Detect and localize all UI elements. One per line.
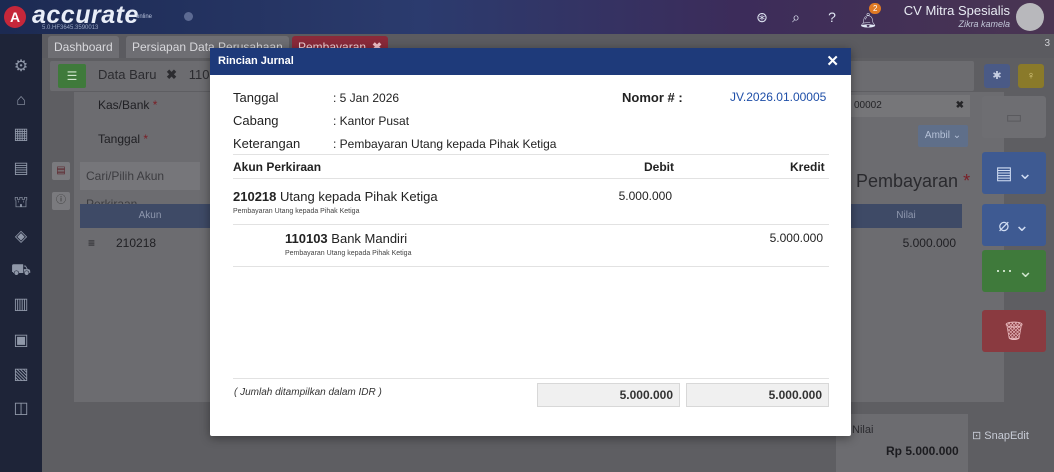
- journal-entry-account: 210218 Utang kepada Pihak Ketiga: [233, 189, 438, 204]
- modal-header: Rincian Jurnal ✕: [210, 48, 851, 75]
- col-header-kredit: Kredit: [790, 160, 825, 174]
- rincian-jurnal-modal: Rincian Jurnal ✕ Tanggal : 5 Jan 2026 Ca…: [210, 48, 851, 436]
- divider: [233, 178, 829, 179]
- search-icon[interactable]: ⌕: [786, 7, 806, 27]
- summary-panel: Nilai Rp 5.000.000: [836, 414, 968, 472]
- cabang-label: Cabang: [233, 113, 279, 128]
- grid-header-akun: Akun: [80, 204, 220, 228]
- subtab-label: Data Baru: [98, 67, 157, 82]
- grid-header-nilai: Nilai: [850, 204, 962, 228]
- pembayaran-title: Pembayaran *: [856, 171, 971, 191]
- cart-icon[interactable]: ⛟: [10, 260, 32, 282]
- kas-bank-label: Kas/Bank *: [98, 98, 158, 112]
- keterangan-label: Keterangan: [233, 136, 301, 151]
- footer-divider: [233, 378, 829, 379]
- divider: [233, 224, 829, 225]
- close-icon[interactable]: ✕: [826, 52, 839, 70]
- journal-entry-desc: Pembayaran Utang kepada Pihak Ketiga: [233, 208, 360, 215]
- document-tab-icon[interactable]: ▤: [52, 162, 70, 180]
- search-account-input[interactable]: Cari/Pilih Akun Perkiraan: [80, 162, 200, 211]
- grid-row-akun[interactable]: 210218: [116, 236, 156, 250]
- tanggal-label: Tanggal *: [98, 132, 149, 146]
- help-icon[interactable]: ?: [822, 7, 842, 27]
- company-name[interactable]: CV Mitra Spesialis: [904, 3, 1010, 18]
- version-text: 5.0.HF3645.3590013: [42, 25, 99, 31]
- account-name: Bank Mandiri: [331, 231, 408, 246]
- left-sidebar: ⚙ ⌂ ▦ ▤ ⛫ ◈ ⛟ ▥ ▣ ▧ ◫: [0, 34, 42, 472]
- journal-entry-desc: Pembayaran Utang kepada Pihak Ketiga: [285, 250, 412, 257]
- tab-label: Dashboard: [54, 40, 113, 54]
- delete-button[interactable]: 🗑︎: [982, 310, 1046, 352]
- keterangan-value: : Pembayaran Utang kepada Pihak Ketiga: [333, 137, 557, 151]
- logo-icon: A: [4, 6, 26, 28]
- ai-icon[interactable]: ⊛: [752, 7, 772, 27]
- notification-badge: 2: [869, 3, 882, 14]
- divider: [233, 154, 829, 155]
- journal-entry-account: 110103 Bank Mandiri: [285, 231, 407, 246]
- ambil-button[interactable]: Ambil ⌄: [918, 125, 968, 147]
- modal-title: Rincian Jurnal: [218, 55, 294, 67]
- tab-dashboard[interactable]: Dashboard: [48, 36, 119, 58]
- account-code: 110103: [285, 231, 328, 246]
- currency-note: ( Jumlah ditampilkan dalam IDR ): [234, 387, 382, 398]
- journal-entry-kredit: 5.000.000: [769, 231, 823, 245]
- tab-count[interactable]: 3: [1044, 38, 1050, 49]
- watermark: ⊡ SnapEdit: [972, 430, 1029, 442]
- cabang-value: : Kantor Pusat: [333, 114, 410, 128]
- account-code: 210218: [233, 189, 277, 204]
- avatar[interactable]: [1016, 3, 1044, 31]
- inventory-icon[interactable]: ▥: [10, 294, 32, 316]
- nomor-field[interactable]: 00002 ✖: [850, 95, 970, 117]
- user-name[interactable]: Zikra kamela: [958, 19, 1010, 29]
- logo-sub: online: [136, 14, 153, 20]
- total-kredit: 5.000.000: [686, 383, 829, 407]
- subtab-extra[interactable]: 110: [189, 67, 210, 82]
- nomor-label: Nomor # :: [622, 90, 683, 105]
- subtab-close-icon[interactable]: ✖: [166, 67, 177, 82]
- total-debit: 5.000.000: [537, 383, 680, 407]
- chart-icon[interactable]: ◫: [10, 398, 32, 420]
- report-icon[interactable]: ▣: [10, 330, 32, 352]
- save-button[interactable]: ▭: [982, 96, 1046, 138]
- account-name: Utang kepada Pihak Ketiga: [280, 189, 438, 204]
- document-icon[interactable]: ▧: [10, 364, 32, 386]
- lightbulb-icon[interactable]: ♀: [1018, 64, 1044, 88]
- divider: [233, 266, 829, 267]
- settings-small-icon[interactable]: ✱: [984, 64, 1010, 88]
- grid-row-nilai: 5.000.000: [902, 236, 956, 250]
- journal-entry-debit: 5.000.000: [618, 189, 672, 203]
- document-button[interactable]: ▤ ⌄: [982, 152, 1046, 194]
- attachment-button[interactable]: ⌀ ⌄: [982, 204, 1046, 246]
- settings-icon[interactable]: ⚙: [10, 56, 32, 78]
- col-header-akun: Akun Perkiraan: [233, 160, 322, 174]
- clear-icon[interactable]: ✖: [956, 95, 964, 117]
- grid-row-handle-icon[interactable]: ≡: [88, 236, 95, 250]
- more-options-button[interactable]: ⋯ ⌄: [982, 250, 1046, 292]
- list-icon[interactable]: ☰: [58, 64, 86, 88]
- tanggal-value: : 5 Jan 2026: [333, 91, 400, 105]
- company-icon[interactable]: ⌂: [10, 90, 32, 112]
- payment-icon[interactable]: ◈: [10, 226, 32, 248]
- building-icon[interactable]: ▦: [10, 124, 32, 146]
- tanggal-label: Tanggal: [233, 90, 279, 105]
- info-icon[interactable]: ⓘ: [52, 192, 70, 210]
- nomor-value[interactable]: JV.2026.01.00005: [730, 90, 826, 104]
- col-header-debit: Debit: [644, 160, 674, 174]
- status-dot-icon: [184, 12, 193, 21]
- summary-label: Nilai: [852, 424, 874, 436]
- bank-icon[interactable]: ⛫: [10, 192, 32, 214]
- subtab-data-baru[interactable]: Data Baru ✖ 110: [98, 67, 209, 83]
- summary-value: Rp 5.000.000: [886, 444, 959, 458]
- top-bar: A accurate online 5.0.HF3645.3590013 ⊛ ⌕…: [0, 0, 1054, 34]
- ledger-icon[interactable]: ▤: [10, 158, 32, 180]
